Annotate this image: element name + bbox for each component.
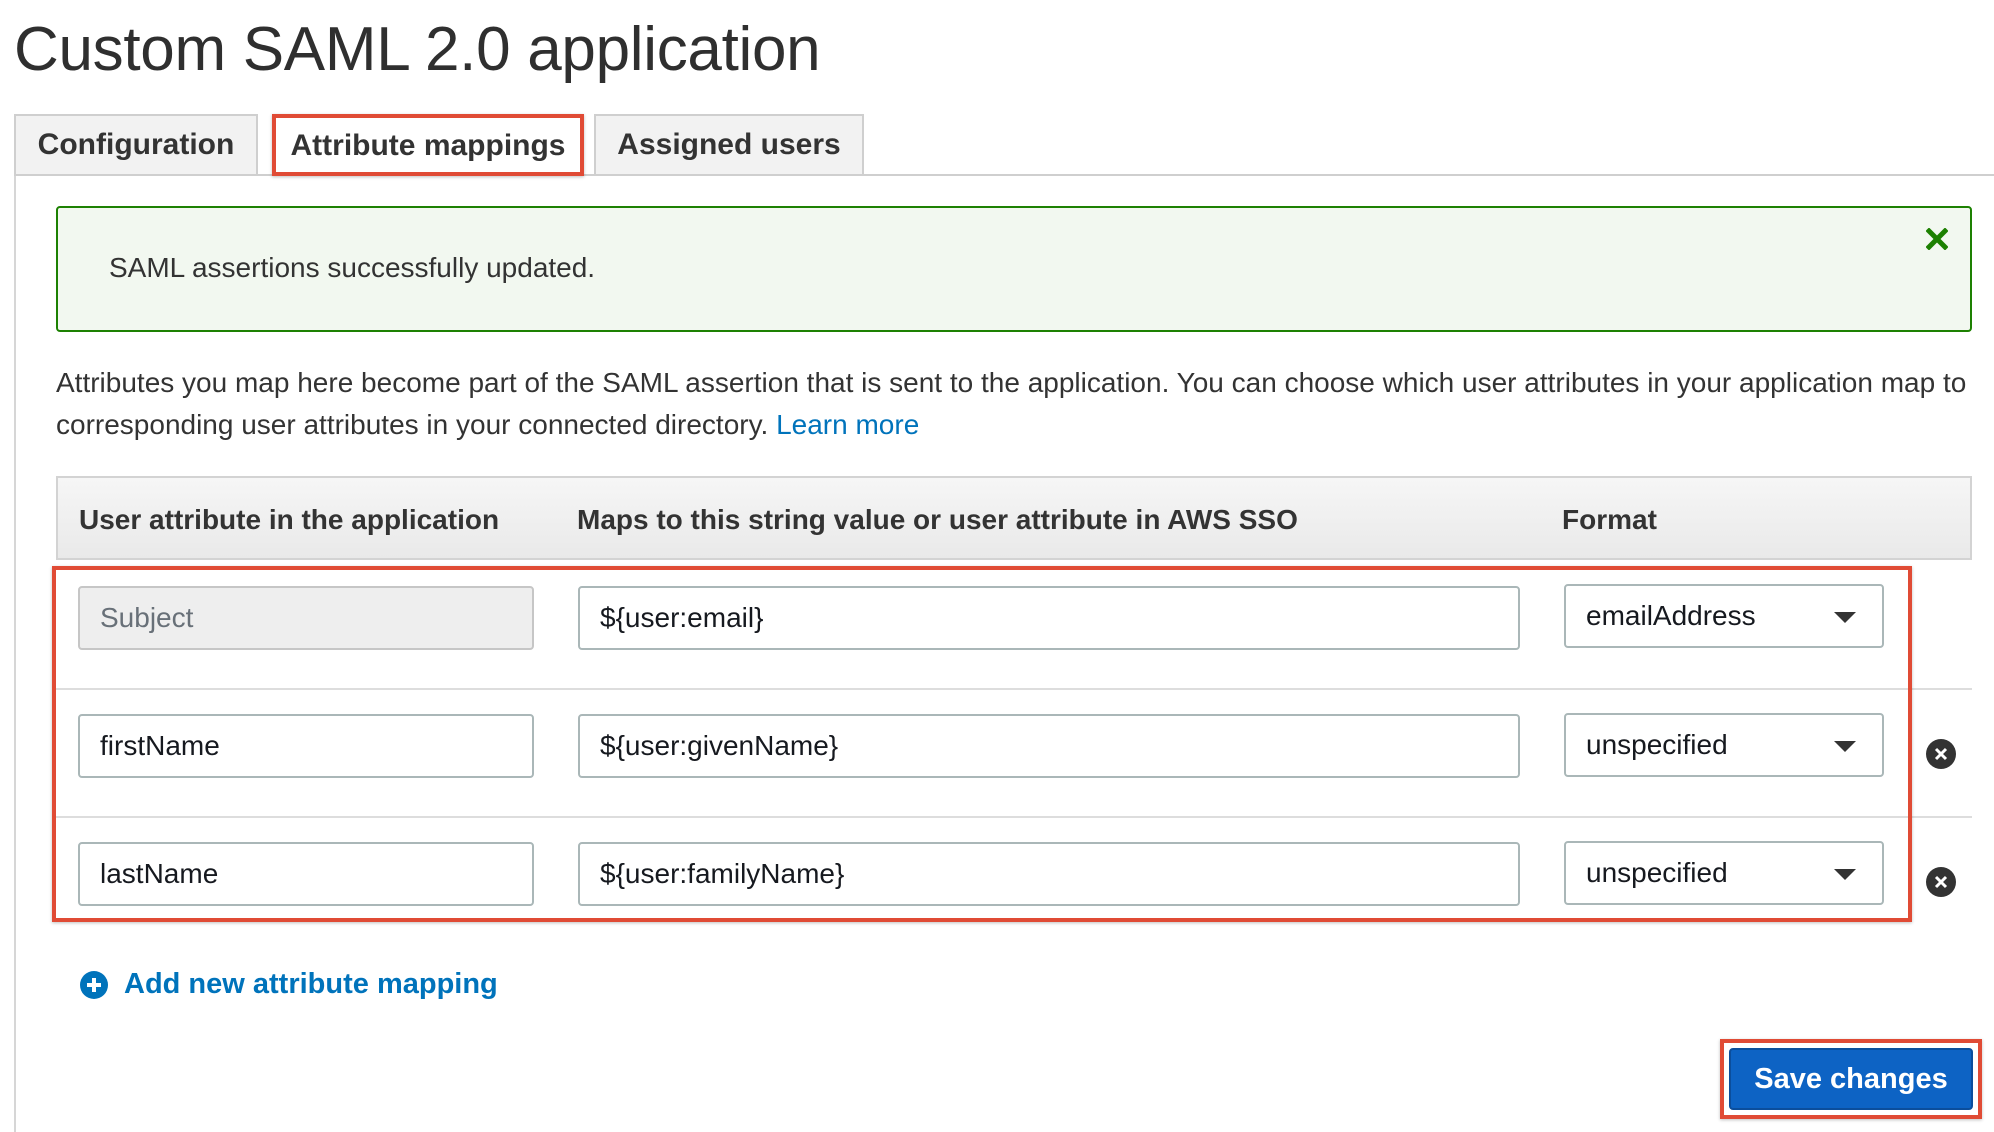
success-alert: SAML assertions successfully updated.	[56, 206, 1972, 332]
format-select-value: unspecified	[1586, 729, 1728, 760]
remove-row-icon[interactable]	[1926, 867, 1956, 897]
row-divider	[56, 688, 1972, 690]
value-input-firstname[interactable]: ${user:givenName}	[578, 714, 1520, 778]
format-select-firstname[interactable]: unspecified	[1564, 713, 1884, 777]
plus-circle-icon	[80, 970, 108, 999]
attribute-input-firstname[interactable]: firstName	[78, 714, 534, 778]
learn-more-link[interactable]: Learn more	[776, 409, 919, 440]
header-value: Maps to this string value or user attrib…	[577, 504, 1298, 535]
save-changes-button[interactable]: Save changes	[1729, 1048, 1973, 1110]
panel-border	[14, 176, 16, 1132]
description-body: Attributes you map here become part of t…	[56, 367, 1967, 440]
close-icon	[1934, 747, 1948, 761]
chevron-down-icon	[1834, 612, 1856, 623]
tab-assigned-users-label: Assigned users	[617, 128, 841, 161]
header-attribute: User attribute in the application	[79, 504, 500, 535]
close-x-icon	[1926, 228, 1948, 250]
close-icon	[1934, 875, 1948, 889]
page-title: Custom SAML 2.0 application	[14, 15, 821, 84]
format-select-value: emailAddress	[1586, 600, 1756, 631]
header-format: Format	[1562, 504, 1657, 535]
remove-row-icon[interactable]	[1926, 739, 1956, 769]
attribute-input-subject: Subject	[78, 586, 534, 650]
row-divider	[56, 816, 1972, 818]
tab-attribute-mappings[interactable]: Attribute mappings	[272, 114, 584, 176]
alert-message: SAML assertions successfully updated.	[109, 252, 596, 283]
format-select-value: unspecified	[1586, 857, 1728, 888]
format-select-subject[interactable]: emailAddress	[1564, 584, 1884, 648]
tab-configuration-label: Configuration	[37, 128, 235, 161]
table-header: User attribute in the application Maps t…	[56, 476, 1972, 560]
close-icon[interactable]	[1922, 224, 1952, 254]
value-input-lastname[interactable]: ${user:familyName}	[578, 842, 1520, 906]
chevron-down-icon	[1834, 741, 1856, 752]
chevron-down-icon	[1834, 869, 1856, 880]
attribute-input-lastname[interactable]: lastName	[78, 842, 534, 906]
value-input-subject[interactable]: ${user:email}	[578, 586, 1520, 650]
tab-configuration[interactable]: Configuration	[14, 114, 258, 174]
add-attribute-mapping-link[interactable]: Add new attribute mapping	[80, 968, 498, 1001]
description-text: Attributes you map here become part of t…	[56, 362, 1976, 446]
tab-attribute-mappings-label: Attribute mappings	[290, 129, 566, 162]
add-mapping-label: Add new attribute mapping	[124, 968, 498, 1000]
format-select-lastname[interactable]: unspecified	[1564, 841, 1884, 905]
tab-assigned-users[interactable]: Assigned users	[594, 114, 864, 174]
